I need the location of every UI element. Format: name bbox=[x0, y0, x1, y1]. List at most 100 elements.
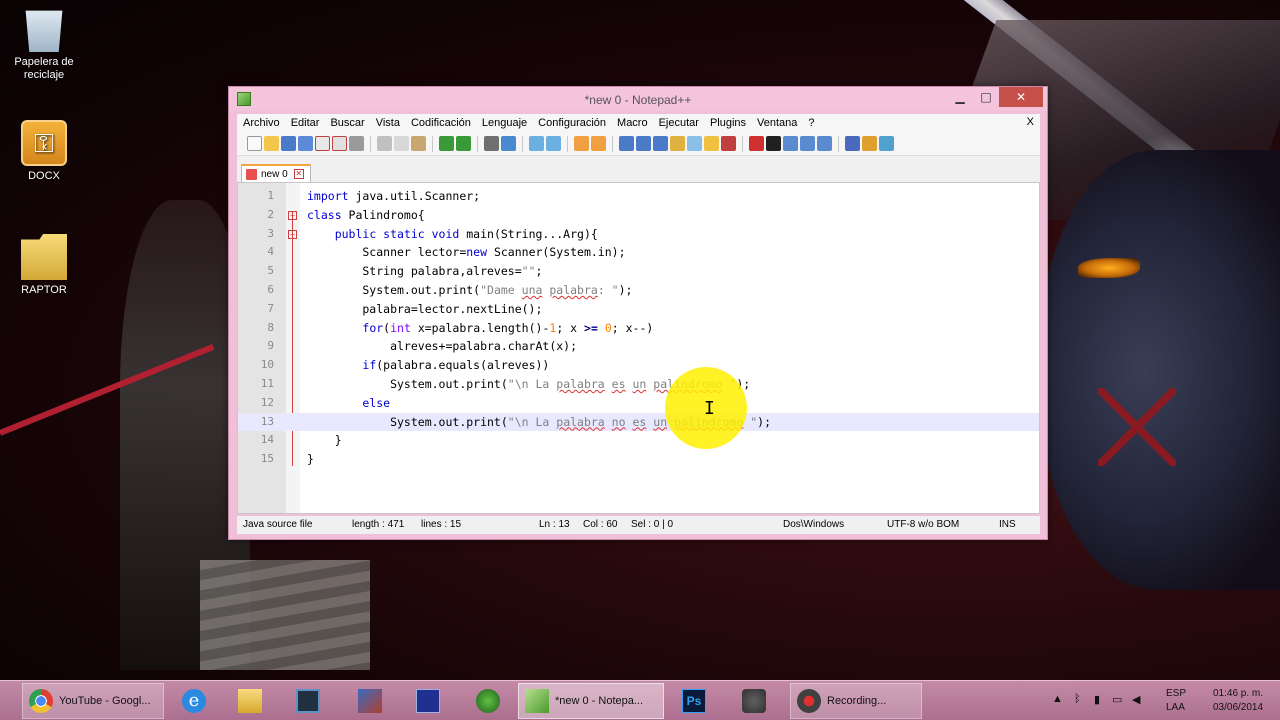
run-macro-multiple-icon[interactable] bbox=[800, 136, 815, 151]
desktop-icon-recycle-bin[interactable]: Papelera de reciclaje bbox=[4, 6, 84, 82]
zoom-out-icon[interactable] bbox=[546, 136, 561, 151]
volume-icon[interactable]: ◀ bbox=[1132, 693, 1140, 706]
menu-ventana[interactable]: Ventana bbox=[757, 117, 797, 129]
plugin-icon[interactable] bbox=[862, 136, 877, 151]
spell-check-icon[interactable] bbox=[845, 136, 860, 151]
save-all-icon[interactable] bbox=[298, 136, 313, 151]
taskbar: YouTube - Googl... e *new 0 - Notepa... … bbox=[0, 680, 1280, 720]
battery-icon[interactable]: ▭ bbox=[1112, 693, 1122, 706]
tab-close-icon[interactable]: ✕ bbox=[293, 169, 304, 179]
desktop-icon-label: Papelera de bbox=[14, 56, 74, 68]
close-file-icon[interactable] bbox=[315, 136, 330, 151]
taskbar-item-label: YouTube - Googl... bbox=[59, 695, 151, 707]
notepad-plus-plus-window[interactable]: *new 0 - Notepad++ ▁ □ ✕ Archivo Editar … bbox=[228, 86, 1048, 540]
clock-time[interactable]: 01:46 p. m. bbox=[1213, 688, 1263, 699]
taskbar-item-explorer[interactable] bbox=[232, 683, 274, 719]
taskbar-item-chrome[interactable]: YouTube - Googl... bbox=[22, 683, 164, 719]
sync-vertical-icon[interactable] bbox=[574, 136, 589, 151]
taskbar-item-app7[interactable] bbox=[470, 683, 512, 719]
doc-map-icon[interactable] bbox=[670, 136, 685, 151]
plugin-2-icon[interactable] bbox=[879, 136, 894, 151]
folder-as-workspace-icon[interactable] bbox=[704, 136, 719, 151]
zoom-in-icon[interactable] bbox=[529, 136, 544, 151]
tray-overflow-icon[interactable]: ▲ bbox=[1052, 693, 1063, 705]
tab-new-0[interactable]: new 0 ✕ bbox=[241, 164, 311, 182]
menu-macro[interactable]: Macro bbox=[617, 117, 648, 129]
monitoring-icon[interactable] bbox=[721, 136, 736, 151]
menu-configuracion[interactable]: Configuración bbox=[538, 117, 606, 129]
stop-macro-icon[interactable] bbox=[766, 136, 781, 151]
code-line: 3 − public static void main(String...Arg)… bbox=[238, 225, 1039, 244]
function-list-icon[interactable] bbox=[687, 136, 702, 151]
toolbar-separator bbox=[567, 135, 568, 152]
sync-horizontal-icon[interactable] bbox=[591, 136, 606, 151]
taskbar-item-app5[interactable] bbox=[352, 683, 394, 719]
open-file-icon[interactable] bbox=[264, 136, 279, 151]
title-bar[interactable]: *new 0 - Notepad++ ▁ □ ✕ bbox=[229, 87, 1047, 111]
maximize-button[interactable]: □ bbox=[973, 87, 999, 107]
redo-icon[interactable] bbox=[456, 136, 471, 151]
toolbar-separator bbox=[477, 135, 478, 152]
status-file-type: Java source file bbox=[243, 519, 313, 530]
line-number: 9 bbox=[267, 339, 274, 353]
menu-codificacion[interactable]: Codificación bbox=[411, 117, 471, 129]
close-all-icon[interactable] bbox=[332, 136, 347, 151]
line-number: 7 bbox=[267, 301, 274, 315]
undo-icon[interactable] bbox=[439, 136, 454, 151]
camera-icon bbox=[742, 689, 766, 713]
code-line: 2 − class Palindromo{ bbox=[238, 206, 1039, 225]
print-icon[interactable] bbox=[349, 136, 364, 151]
menu-help[interactable]: ? bbox=[808, 117, 814, 129]
replace-icon[interactable] bbox=[501, 136, 516, 151]
desktop-icon-docx[interactable]: ⚿ DOCX bbox=[4, 120, 84, 183]
menu-ejecutar[interactable]: Ejecutar bbox=[659, 117, 699, 129]
show-all-chars-icon[interactable] bbox=[636, 136, 651, 151]
text-cursor-icon: I bbox=[704, 398, 715, 419]
tab-strip: new 0 ✕ bbox=[237, 156, 1040, 182]
toolbar-separator bbox=[612, 135, 613, 152]
code-line: 9 alreves+=palabra.charAt(x); bbox=[238, 337, 1039, 356]
play-macro-icon[interactable] bbox=[783, 136, 798, 151]
desktop-icon-raptor[interactable]: RAPTOR bbox=[4, 234, 84, 297]
menu-buscar[interactable]: Buscar bbox=[330, 117, 364, 129]
taskbar-item-notepad[interactable]: *new 0 - Notepa... bbox=[518, 683, 664, 719]
taskbar-item-ie[interactable]: e bbox=[176, 683, 218, 719]
save-icon[interactable] bbox=[281, 136, 296, 151]
menu-plugins[interactable]: Plugins bbox=[710, 117, 746, 129]
line-number: 4 bbox=[267, 245, 274, 259]
find-icon[interactable] bbox=[484, 136, 499, 151]
code-line: 10 if(palabra.equals(alreves)) bbox=[238, 356, 1039, 375]
input-language-top[interactable]: ESP bbox=[1166, 688, 1186, 699]
menu-lenguaje[interactable]: Lenguaje bbox=[482, 117, 527, 129]
menu-archivo[interactable]: Archivo bbox=[243, 117, 280, 129]
minimize-button[interactable]: ▁ bbox=[947, 87, 973, 107]
word-wrap-icon[interactable] bbox=[619, 136, 634, 151]
taskbar-item-label: Recording... bbox=[827, 695, 887, 707]
record-macro-icon[interactable] bbox=[749, 136, 764, 151]
fold-toggle-icon[interactable]: − bbox=[288, 210, 297, 220]
taskbar-item-photoshop[interactable]: Ps bbox=[676, 683, 718, 719]
paste-icon[interactable] bbox=[411, 136, 426, 151]
menu-vista[interactable]: Vista bbox=[376, 117, 400, 129]
copy-icon[interactable] bbox=[394, 136, 409, 151]
cut-icon[interactable] bbox=[377, 136, 392, 151]
close-button[interactable]: ✕ bbox=[999, 87, 1043, 107]
save-macro-icon[interactable] bbox=[817, 136, 832, 151]
menu-editar[interactable]: Editar bbox=[291, 117, 320, 129]
fold-toggle-icon[interactable]: − bbox=[288, 229, 297, 239]
code-text: palabra=lector.nextLine(); bbox=[307, 301, 543, 316]
code-line: 11 System.out.print("\n La palabra es un… bbox=[238, 375, 1039, 394]
taskbar-item-dev[interactable] bbox=[410, 683, 452, 719]
new-file-icon[interactable] bbox=[247, 136, 262, 151]
taskbar-item-recorder[interactable]: Recording... bbox=[790, 683, 922, 719]
clock-date[interactable]: 03/06/2014 bbox=[1213, 702, 1263, 713]
indent-guide-icon[interactable] bbox=[653, 136, 668, 151]
bluetooth-icon[interactable]: ᛒ bbox=[1074, 693, 1081, 705]
taskbar-item-media[interactable] bbox=[290, 683, 332, 719]
code-editor[interactable]: 1 import java.util.Scanner; 2 − class Palin… bbox=[237, 182, 1040, 514]
network-icon[interactable]: ▮ bbox=[1094, 693, 1100, 706]
code-line: 15} bbox=[238, 450, 1039, 469]
taskbar-item-camera[interactable] bbox=[736, 683, 778, 719]
input-language-bottom[interactable]: LAA bbox=[1166, 702, 1185, 713]
close-document-button[interactable]: X bbox=[1027, 116, 1034, 128]
